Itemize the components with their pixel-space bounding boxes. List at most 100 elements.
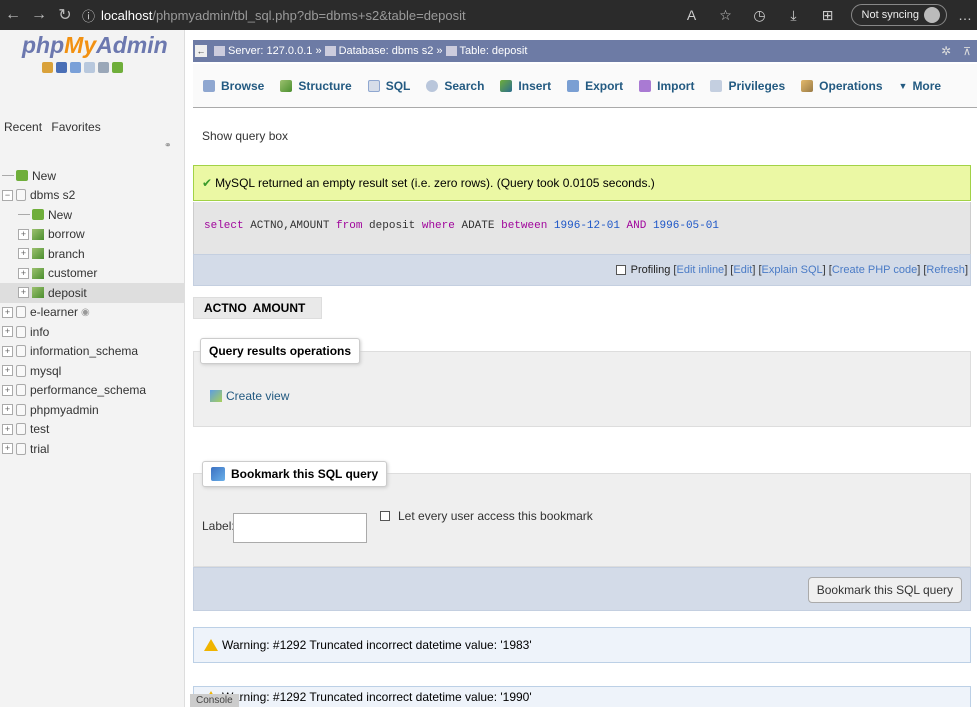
expand-icon[interactable]: + — [2, 345, 13, 357]
tab-structure[interactable]: Structure — [280, 79, 352, 93]
query-window-icon[interactable] — [70, 62, 81, 73]
tree-item-mysql[interactable]: + mysql — [0, 361, 185, 381]
expand-icon[interactable]: + — [18, 248, 29, 260]
info-icon: ⓘ — [82, 8, 96, 24]
refresh-link[interactable]: Refresh — [926, 264, 965, 276]
back-arrow-icon[interactable]: ← — [0, 6, 26, 24]
table-icon — [445, 46, 457, 56]
tab-search[interactable]: Search — [426, 79, 484, 93]
tree-item-trial[interactable]: + trial — [0, 439, 185, 459]
tree-item-performance-schema[interactable]: + performance_schema — [0, 381, 185, 401]
tree-item-new[interactable]: New — [0, 166, 185, 186]
forward-arrow-icon[interactable]: → — [26, 6, 52, 24]
column-header-amount[interactable]: AMOUNT — [253, 301, 306, 315]
database-icon — [16, 345, 26, 358]
breadcrumb-server[interactable]: Server: 127.0.0.1 » — [228, 45, 322, 57]
phpmyadmin-logo[interactable]: phpMyAdmin — [22, 32, 168, 59]
export-icon — [567, 79, 580, 92]
tab-export[interactable]: Export — [567, 79, 623, 93]
expand-icon[interactable]: + — [2, 326, 13, 338]
show-query-box-link[interactable]: Show query box — [202, 129, 288, 143]
sql-keyword: between — [501, 220, 548, 232]
bookmark-label-input[interactable] — [233, 513, 367, 543]
collapse-sidebar-icon[interactable]: ← — [195, 45, 207, 57]
download-icon[interactable]: ⤓ — [777, 7, 811, 24]
expand-icon[interactable]: + — [2, 443, 13, 455]
expand-icon[interactable]: + — [2, 404, 13, 416]
docs-icon[interactable] — [84, 62, 95, 73]
tab-more[interactable]: ▼ More — [899, 79, 942, 93]
bookmark-query-button[interactable]: Bookmark this SQL query — [807, 577, 962, 603]
database-icon — [16, 189, 26, 202]
edit-link[interactable]: Edit — [733, 264, 752, 276]
share-bookmark-label: Let every user access this bookmark — [398, 509, 593, 523]
tree-item-branch[interactable]: + branch — [0, 244, 185, 264]
expand-icon[interactable]: + — [2, 384, 13, 396]
sql-query-display[interactable]: select ACTNO,AMOUNT from deposit where A… — [193, 202, 971, 254]
tree-item-new-table[interactable]: New — [0, 205, 185, 225]
create-php-code-link[interactable]: Create PHP code — [832, 264, 917, 276]
expand-icon[interactable]: + — [2, 365, 13, 377]
tree-item-deposit[interactable]: + deposit — [0, 283, 185, 303]
tree-item-test[interactable]: + test — [0, 420, 185, 440]
exit-icon[interactable] — [56, 62, 67, 73]
sql-keyword: where — [421, 220, 455, 232]
collapse-icon[interactable]: ⊼ — [963, 45, 971, 58]
share-bookmark-option[interactable]: Let every user access this bookmark — [380, 509, 593, 523]
tree-item-info[interactable]: + info — [0, 322, 185, 342]
tree-item-information-schema[interactable]: + information_schema — [0, 342, 185, 362]
warning-message: Warning: #1292 Truncated incorrect datet… — [193, 686, 971, 707]
favorites-tab[interactable]: Favorites — [51, 120, 100, 134]
breadcrumb-table[interactable]: Table: deposit — [460, 45, 528, 57]
sync-button[interactable]: Not syncing — [850, 4, 947, 26]
create-view-link[interactable]: Create view — [210, 389, 289, 403]
extensions-icon[interactable]: ⊞ — [811, 7, 845, 24]
expand-icon[interactable]: + — [18, 228, 29, 240]
tree-label: deposit — [48, 285, 87, 300]
tab-privileges[interactable]: Privileges — [710, 79, 785, 93]
settings-icon[interactable] — [98, 62, 109, 73]
expand-icon[interactable]: + — [18, 287, 29, 299]
recent-tab[interactable]: Recent — [4, 120, 42, 134]
bracket: ] — [964, 264, 968, 276]
expand-icon[interactable]: + — [18, 267, 29, 279]
breadcrumb-database[interactable]: Database: dbms s2 » — [339, 45, 443, 57]
database-icon — [16, 423, 26, 436]
privileges-icon — [710, 79, 723, 92]
tree-item-e-learner[interactable]: + e-learner ◉ — [0, 303, 185, 323]
gear-icon[interactable]: ✲ — [941, 44, 951, 58]
more-menu-icon[interactable]: … — [953, 7, 977, 23]
tab-label: Privileges — [728, 78, 786, 93]
reload-nav-icon[interactable] — [112, 62, 123, 73]
reload-icon[interactable]: ↻ — [52, 5, 78, 25]
share-bookmark-checkbox[interactable] — [380, 511, 390, 521]
tab-sql[interactable]: SQL — [367, 78, 411, 93]
expand-icon[interactable]: + — [2, 423, 13, 435]
history-icon[interactable]: ◷ — [743, 7, 777, 24]
tree-item-phpmyadmin[interactable]: + phpmyadmin — [0, 400, 185, 420]
tab-import[interactable]: Import — [639, 79, 694, 93]
tree-item-borrow[interactable]: + borrow — [0, 225, 185, 245]
profiling-checkbox[interactable] — [615, 265, 626, 275]
eye-icon[interactable]: ◉ — [81, 307, 90, 318]
explain-sql-link[interactable]: Explain SQL — [762, 264, 823, 276]
collapse-icon[interactable]: − — [2, 189, 13, 201]
tab-label: Operations — [819, 78, 883, 93]
edit-inline-link[interactable]: Edit inline — [676, 264, 724, 276]
link-icon[interactable]: ⚭ — [164, 140, 172, 151]
home-icon[interactable] — [42, 62, 53, 73]
tab-label: SQL — [385, 78, 411, 93]
tree-item-dbms-s2[interactable]: − dbms s2 — [0, 186, 185, 206]
tree-item-customer[interactable]: + customer — [0, 264, 185, 284]
column-header-actno[interactable]: ACTNO — [204, 301, 247, 315]
tab-operations[interactable]: Operations — [801, 78, 883, 93]
tab-insert[interactable]: Insert — [500, 79, 551, 93]
console-tab[interactable]: Console — [190, 694, 239, 707]
read-aloud-icon[interactable]: A — [675, 7, 709, 23]
tab-browse[interactable]: Browse — [203, 79, 264, 93]
address-bar[interactable]: ⓘ localhost /phpmyadmin/tbl_sql.php?db=d… — [82, 0, 466, 30]
expand-icon[interactable]: + — [2, 306, 13, 318]
favorites-icon[interactable]: ☆ — [709, 7, 743, 24]
legend-text: Bookmark this SQL query — [231, 467, 379, 481]
query-options-bar: Profiling [Edit inline] [Edit] [Explain … — [193, 254, 971, 286]
